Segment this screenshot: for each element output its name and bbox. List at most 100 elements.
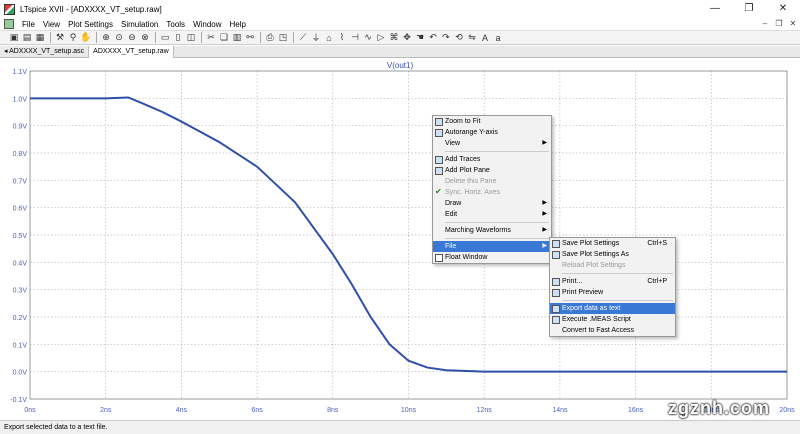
cascade-icon[interactable]: ◫ xyxy=(185,32,197,44)
ctx-item-autorange-y-axis[interactable]: Autorange Y-axis xyxy=(433,127,551,138)
undo-icon[interactable]: ↶ xyxy=(427,32,439,44)
tile-vertical-icon[interactable]: ▯ xyxy=(172,32,184,44)
toolbar-separator xyxy=(50,32,51,43)
save-plot-icon xyxy=(552,240,560,248)
new-schematic-icon[interactable]: ▣ xyxy=(8,32,20,44)
control-panel-icon[interactable]: ⚒ xyxy=(54,32,66,44)
submenu-arrow-icon: ▶ xyxy=(542,243,547,249)
move-icon[interactable]: ✥ xyxy=(401,32,413,44)
y-tick-label: 0.5V xyxy=(13,233,28,240)
mdi-restore-button[interactable]: ❐ xyxy=(772,18,786,30)
y-tick-label: 0.0V xyxy=(13,370,28,377)
diode-icon[interactable]: ▷ xyxy=(375,32,387,44)
autorange-icon xyxy=(435,129,443,137)
mirror-icon[interactable]: ⇋ xyxy=(466,32,478,44)
y-tick-label: 0.4V xyxy=(13,260,28,267)
ctx-item-label: Add Traces xyxy=(445,156,481,163)
menu-window[interactable]: Window xyxy=(193,20,221,29)
menu-separator xyxy=(445,222,549,223)
file-item-save-plot-settings[interactable]: Save Plot Settings Ctrl+S xyxy=(550,238,675,249)
file-item-label: Print... xyxy=(562,278,583,285)
print-icon[interactable]: ⎙ xyxy=(264,32,276,44)
rotate-icon[interactable]: ⟲ xyxy=(453,32,465,44)
file-item-export-data-as-text[interactable]: Export data as text xyxy=(550,303,675,314)
zoom-out-icon[interactable]: ⊖ xyxy=(126,32,138,44)
save-icon[interactable]: ▦ xyxy=(34,32,46,44)
ctx-item-label: Marching Waveforms xyxy=(445,227,511,234)
y-tick-label: 0.6V xyxy=(13,206,28,213)
menu-tools[interactable]: Tools xyxy=(166,20,185,29)
resistor-icon[interactable]: ⌇ xyxy=(336,32,348,44)
ctx-item-view[interactable]: View ▶ xyxy=(433,138,551,149)
file-item-save-plot-settings-as[interactable]: Save Plot Settings As xyxy=(550,249,675,260)
inductor-icon[interactable]: ∿ xyxy=(362,32,374,44)
cut-icon[interactable]: ✂ xyxy=(205,32,217,44)
checkbox-icon[interactable] xyxy=(435,254,443,262)
ctx-item-float-window[interactable]: Float Window xyxy=(433,252,551,263)
paste-icon[interactable]: ▥ xyxy=(231,32,243,44)
file-item-label: Save Plot Settings xyxy=(562,240,620,247)
wire-icon[interactable]: ⟋ xyxy=(297,32,309,44)
tab-waveform[interactable]: ADXXXX_VT_setup.raw xyxy=(89,46,174,58)
add-traces-icon xyxy=(435,156,443,164)
menu-file[interactable]: File xyxy=(22,20,35,29)
capacitor-icon[interactable]: ⊣ xyxy=(349,32,361,44)
zoom-pan-icon[interactable]: ⊙ xyxy=(113,32,125,44)
print-preview-icon[interactable]: ◳ xyxy=(277,32,289,44)
tile-horizontal-icon[interactable]: ▭ xyxy=(159,32,171,44)
y-tick-label: 0.8V xyxy=(13,151,28,158)
spice-directive-icon[interactable]: a xyxy=(492,32,504,44)
run-icon[interactable]: ⚲ xyxy=(67,32,79,44)
restore-button[interactable]: ❐ xyxy=(732,0,766,18)
file-item-execute-meas-script[interactable]: Execute .MEAS Script xyxy=(550,314,675,325)
shortcut-text: Ctrl+P xyxy=(647,278,667,285)
find-icon[interactable]: ⚯ xyxy=(244,32,256,44)
ctx-item-delete-this-pane: Delete this Pane xyxy=(433,176,551,187)
tab-schematic[interactable]: ◂ ADXXXX_VT_setup.asc xyxy=(0,46,90,58)
label-net-icon[interactable]: ⌂ xyxy=(323,32,335,44)
ctx-item-zoom-to-fit[interactable]: Zoom to Fit xyxy=(433,116,551,127)
file-item-print-preview[interactable]: Print Preview xyxy=(550,287,675,298)
waveform-plot[interactable]: V(out1) 1.1V 1.0V 0.9V 0.8V 0.7V 0.6V 0.5V 0.4V… xyxy=(0,58,800,420)
zoom-in-icon[interactable]: ⊕ xyxy=(100,32,112,44)
ctx-item-label: View xyxy=(445,140,461,147)
menu-plot-settings[interactable]: Plot Settings xyxy=(68,20,113,29)
status-bar: Export selected data to a text file. xyxy=(0,420,800,434)
ctx-item-label: Autorange Y-axis xyxy=(445,129,498,136)
menu-help[interactable]: Help xyxy=(230,20,246,29)
ctx-item-label: Float Window xyxy=(445,254,488,261)
document-icon[interactable] xyxy=(4,19,14,29)
drag-icon[interactable]: ☚ xyxy=(414,32,426,44)
menu-view[interactable]: View xyxy=(43,20,60,29)
ctx-item-edit[interactable]: Edit ▶ xyxy=(433,209,551,220)
minimize-button[interactable]: — xyxy=(698,0,732,18)
ctx-item-add-plot-pane[interactable]: Add Plot Pane xyxy=(433,165,551,176)
mdi-minimize-button[interactable]: – xyxy=(758,18,772,30)
file-item-label: Print Preview xyxy=(562,289,604,296)
ground-icon[interactable]: ⏚ xyxy=(310,32,322,44)
menu-simulation[interactable]: Simulation xyxy=(121,20,158,29)
halt-icon[interactable]: ✋ xyxy=(80,32,92,44)
ctx-item-add-traces[interactable]: Add Traces xyxy=(433,154,551,165)
copy-icon[interactable]: ❏ xyxy=(218,32,230,44)
close-button[interactable]: ✕ xyxy=(766,0,800,18)
file-item-label: Save Plot Settings As xyxy=(562,251,629,258)
document-tabs: ◂ ADXXXX_VT_setup.asc ADXXXX_VT_setup.ra… xyxy=(0,46,800,58)
component-icon[interactable]: ⌘ xyxy=(388,32,400,44)
file-item-convert-to-fast-access[interactable]: Convert to Fast Access xyxy=(550,325,675,336)
x-tick-label: 12ns xyxy=(477,407,493,414)
zoom-fit-icon[interactable]: ⊗ xyxy=(139,32,151,44)
toolbar: ▣ ▤ ▦ ⚒ ⚲ ✋ ⊕ ⊙ ⊖ ⊗ ▭ ▯ ◫ ✂ ❏ ▥ ⚯ ⎙ ◳ ⟋ … xyxy=(0,30,800,45)
file-item-reload-plot-settings: Reload Plot Settings xyxy=(550,260,675,271)
submenu-arrow-icon: ▶ xyxy=(542,200,547,206)
ctx-item-file[interactable]: File ▶ xyxy=(433,241,551,252)
ctx-item-draw[interactable]: Draw ▶ xyxy=(433,198,551,209)
file-item-print[interactable]: Print... Ctrl+P xyxy=(550,276,675,287)
mdi-close-button[interactable]: ✕ xyxy=(786,18,800,30)
menu-separator xyxy=(445,151,549,152)
text-icon[interactable]: A xyxy=(479,32,491,44)
print-preview-icon xyxy=(552,289,560,297)
open-icon[interactable]: ▤ xyxy=(21,32,33,44)
redo-icon[interactable]: ↷ xyxy=(440,32,452,44)
ctx-item-marching-waveforms[interactable]: Marching Waveforms ▶ xyxy=(433,225,551,236)
